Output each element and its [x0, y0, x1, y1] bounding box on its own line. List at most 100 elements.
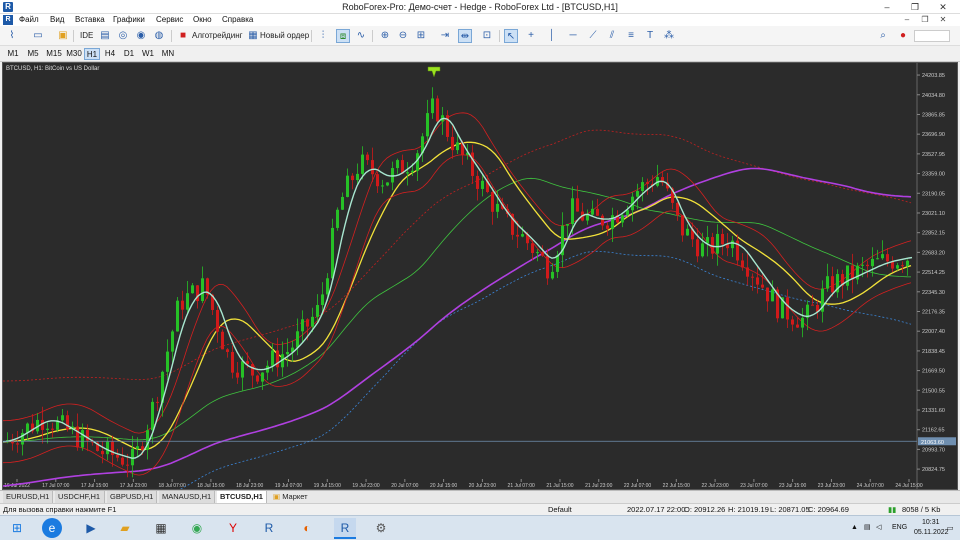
media-player-icon[interactable]: ▶: [80, 518, 102, 539]
autoscroll-icon[interactable]: ⇥: [438, 29, 452, 43]
vps-icon[interactable]: ◉: [134, 29, 148, 43]
history-icon[interactable]: ▤: [98, 29, 112, 43]
zoom-out-icon[interactable]: ⊖: [396, 29, 410, 43]
candle-body: [256, 375, 259, 382]
channel-icon[interactable]: ⫽: [605, 29, 619, 43]
grid-icon[interactable]: ⊞: [414, 29, 428, 43]
file-explorer-icon[interactable]: ▰: [114, 518, 136, 539]
yandex-icon[interactable]: Y: [222, 518, 244, 539]
y-tick-label: 22176.35: [922, 309, 945, 315]
new-chart-icon[interactable]: ⌇: [5, 29, 19, 43]
notification-center-icon[interactable]: ▭: [947, 524, 954, 532]
start-icon[interactable]: ⊞: [6, 518, 28, 539]
y-tick-label: 20993.70: [922, 447, 945, 453]
menu-tools[interactable]: Сервис: [156, 15, 183, 25]
ide-button[interactable]: IDE: [78, 29, 95, 43]
x-tick-label: 19 Jul 07:00: [275, 483, 302, 489]
timeframe-w1[interactable]: W1: [140, 48, 156, 60]
tab-usdchf[interactable]: USDCHF,H1: [55, 491, 105, 503]
roboforex-pro-icon[interactable]: R: [334, 518, 356, 539]
signal-arrow-icon: [427, 66, 441, 78]
market-icon[interactable]: ▣: [56, 29, 70, 43]
close-button[interactable]: ✕: [932, 0, 954, 14]
y-tick-label: 21162.65: [922, 428, 945, 434]
tray-arrow-icon[interactable]: ▲: [851, 524, 858, 531]
tab-market[interactable]: ▣ Маркет: [270, 491, 316, 503]
candle-body: [386, 182, 389, 186]
x-tick-label: 24 Jul 15:00: [895, 483, 922, 489]
timeframe-m1[interactable]: M1: [4, 48, 22, 60]
fibonacci-icon[interactable]: ≡: [624, 29, 638, 43]
menu-view[interactable]: Вид: [50, 15, 64, 25]
timeframe-m30[interactable]: M30: [64, 48, 84, 60]
candle-body: [646, 182, 649, 184]
candle-body: [136, 446, 139, 449]
timeframe-mn[interactable]: MN: [159, 48, 177, 60]
roboforex-terminal-icon[interactable]: R: [258, 518, 280, 539]
menu-insert[interactable]: Вставка: [75, 15, 105, 25]
firefox-icon[interactable]: ◐: [296, 518, 318, 539]
explorer-icon[interactable]: e: [42, 518, 62, 538]
shapes-icon[interactable]: ⁂: [662, 29, 676, 43]
menu-window[interactable]: Окно: [193, 15, 212, 25]
candle-body: [596, 208, 599, 216]
profiles-icon[interactable]: ▭: [31, 29, 45, 43]
keyboard-language[interactable]: ENG: [892, 524, 907, 531]
timeframe-h1[interactable]: H1: [84, 48, 100, 60]
library-icon[interactable]: ◍: [152, 29, 166, 43]
quick-search-input[interactable]: [914, 30, 950, 42]
document-icon[interactable]: R: [3, 15, 13, 25]
horizontal-line-icon[interactable]: ─: [566, 29, 580, 43]
candle-body: [46, 428, 49, 430]
timeframe-m15[interactable]: M15: [44, 48, 64, 60]
tab-gbpusd[interactable]: GBPUSD,H1: [107, 491, 157, 503]
candle-body: [166, 351, 169, 372]
crosshair-icon[interactable]: +: [524, 29, 538, 43]
text-icon[interactable]: T: [643, 29, 657, 43]
tab-eurusd[interactable]: EURUSD,H1: [3, 491, 53, 503]
timeframe-h4[interactable]: H4: [102, 48, 118, 60]
timeframe-d1[interactable]: D1: [121, 48, 137, 60]
candle-body: [621, 215, 624, 223]
tray-volume-icon[interactable]: ◁: [876, 523, 881, 531]
search-icon[interactable]: ⌕: [876, 29, 890, 43]
line-chart-icon[interactable]: ∿: [354, 29, 368, 43]
chrome-icon[interactable]: ◉: [186, 518, 208, 539]
new-order-button[interactable]: Новый ордер: [258, 29, 311, 43]
tab-btcusd[interactable]: BTCUSD,H1: [217, 491, 267, 503]
tools-icon[interactable]: ⚙: [370, 518, 392, 539]
clock-time[interactable]: 10:31: [922, 519, 940, 526]
calculator-icon[interactable]: ▦: [150, 518, 172, 539]
menu-charts[interactable]: Графики: [113, 15, 145, 25]
minimize-button[interactable]: –: [876, 0, 898, 14]
child-minimize-button[interactable]: –: [900, 14, 914, 26]
clock-date[interactable]: 05.11.2022: [914, 529, 949, 536]
zoom-in-icon[interactable]: ⊕: [378, 29, 392, 43]
vertical-line-icon[interactable]: │: [545, 29, 559, 43]
tab-manausd[interactable]: MANAUSD,H1: [159, 491, 215, 503]
price-chart[interactable]: 24203.85 24034.80 23865.85 23696.90 23527.95…: [2, 62, 958, 490]
timeframe-m5[interactable]: M5: [24, 48, 42, 60]
chart-canvas[interactable]: 24203.85 24034.80 23865.85 23696.90 23527.95…: [3, 63, 957, 489]
child-close-button[interactable]: ✕: [936, 14, 950, 26]
tray-network-icon[interactable]: ▤: [864, 523, 871, 531]
candle-body: [756, 277, 759, 285]
cursor-icon[interactable]: ↖: [504, 29, 518, 43]
candle-body: [771, 289, 774, 302]
trendline-icon[interactable]: ⟋: [586, 29, 600, 43]
y-tick-label: 24203.85: [922, 73, 945, 79]
candle-body: [201, 278, 204, 302]
menu-help[interactable]: Справка: [222, 15, 253, 25]
bar-chart-icon[interactable]: ⫶: [316, 29, 330, 43]
algotrading-button[interactable]: Алготрейдинг: [190, 29, 245, 43]
menu-file[interactable]: Файл: [19, 15, 39, 25]
signal-icon[interactable]: ◎: [116, 29, 130, 43]
restore-button[interactable]: ❐: [904, 0, 926, 14]
candlestick-icon[interactable]: ⧈: [336, 29, 350, 43]
x-tick-label: 20 Jul 23:00: [469, 483, 496, 489]
chart-shift-icon[interactable]: ⇹: [458, 29, 472, 43]
notifications-icon[interactable]: ●: [896, 29, 910, 43]
child-restore-button[interactable]: ❐: [918, 14, 932, 26]
screenshot-icon[interactable]: ⊡: [480, 29, 494, 43]
status-traffic: 8058 / 5 Kb: [902, 505, 941, 514]
